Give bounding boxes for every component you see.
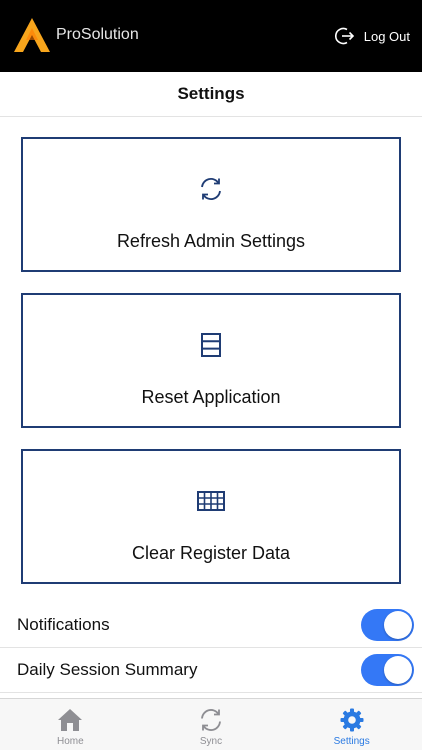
tab-label: Settings [333, 736, 370, 747]
card-label: Refresh Admin Settings [116, 231, 306, 251]
toggle-knob [384, 611, 412, 639]
notifications-label: Notifications [17, 615, 110, 634]
card-label: Clear Register Data [131, 543, 291, 563]
tab-sync[interactable]: Sync [141, 699, 282, 750]
tab-bar: Home Sync Settings [0, 698, 422, 750]
reset-application-button[interactable]: Reset Application [21, 293, 401, 428]
home-icon [58, 709, 83, 731]
refresh-admin-settings-button[interactable]: Refresh Admin Settings [21, 137, 401, 272]
refresh-icon [201, 178, 221, 200]
logout-icon [334, 27, 354, 45]
daily-session-summary-row: Daily Session Summary [0, 648, 422, 693]
card-label: Reset Application [141, 387, 281, 407]
grid-icon [197, 491, 225, 511]
sync-icon [201, 709, 221, 731]
logout-button[interactable]: Log Out [334, 24, 410, 48]
notifications-toggle[interactable] [361, 609, 414, 641]
tab-label: Sync [199, 736, 223, 747]
list-icon [201, 333, 221, 357]
toggle-knob [384, 656, 412, 684]
gear-icon [340, 708, 364, 732]
logo-icon [14, 18, 50, 52]
top-bar: ProSolution Log Out [0, 0, 422, 72]
page-header: Settings [0, 72, 422, 117]
daily-session-summary-label: Daily Session Summary [17, 660, 198, 679]
daily-session-summary-toggle[interactable] [361, 654, 414, 686]
tab-label: Home [56, 736, 84, 747]
app-title: ProSolution [56, 26, 139, 43]
logout-label: Log Out [363, 28, 410, 44]
page-title: Settings [177, 84, 245, 103]
tab-home[interactable]: Home [0, 699, 141, 750]
notifications-row: Notifications [0, 603, 422, 648]
clear-register-data-button[interactable]: Clear Register Data [21, 449, 401, 584]
tab-settings[interactable]: Settings [281, 699, 422, 750]
